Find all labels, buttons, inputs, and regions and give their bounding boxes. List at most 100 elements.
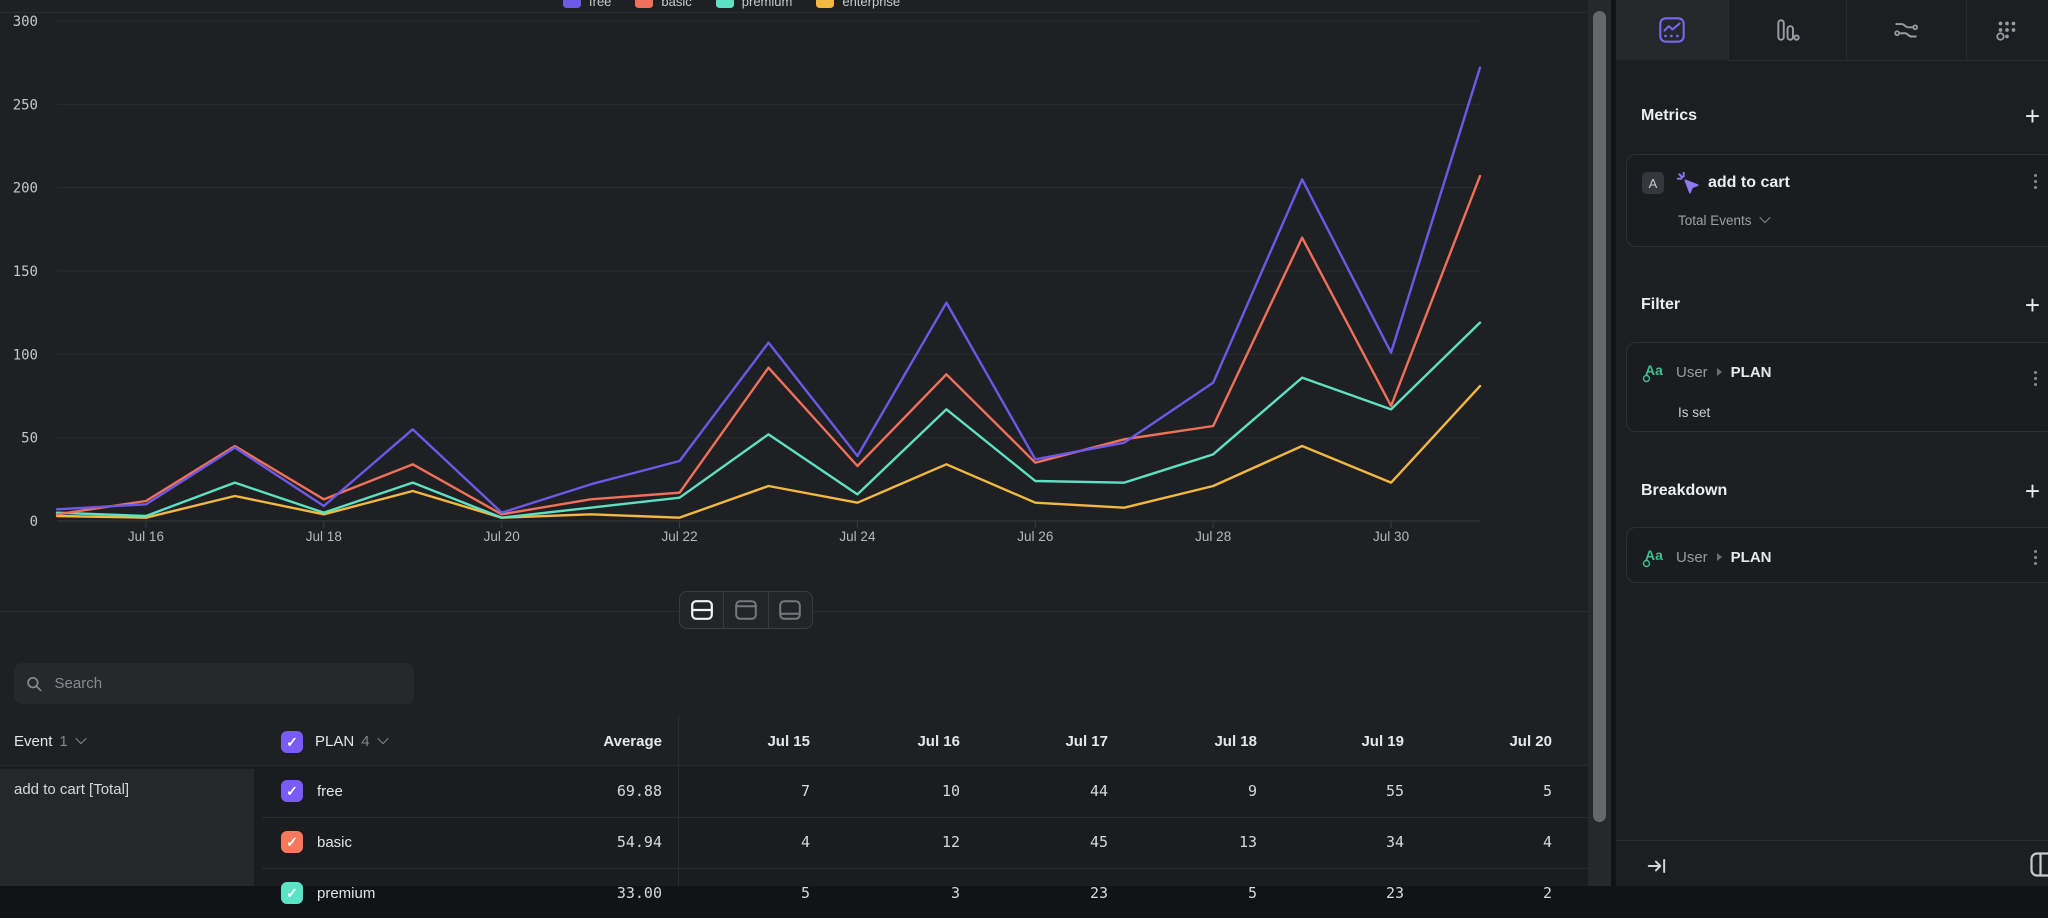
row-checkbox[interactable] [281, 882, 303, 904]
property-entity: User [1676, 549, 1708, 566]
filter-condition[interactable]: Is set [1678, 405, 1710, 420]
cell-value: 34 [1294, 817, 1404, 867]
date-column-header[interactable]: Jul 17 [998, 718, 1108, 765]
plan-header-label: PLAN [315, 733, 354, 750]
layout-segmented-control [679, 591, 813, 629]
chevron-down-icon [377, 733, 388, 744]
string-property-icon: Aa [1642, 360, 1668, 384]
date-header-label: Jul 16 [917, 733, 960, 750]
add-breakdown-button[interactable]: + [2025, 478, 2040, 504]
tab-flows[interactable] [1846, 0, 1966, 60]
metric-event-name: add to cart [1708, 174, 1790, 192]
metric-letter-badge: A [1642, 172, 1664, 194]
date-header-label: Jul 19 [1361, 733, 1404, 750]
date-header-label: Jul 17 [1065, 733, 1108, 750]
click-event-icon [1675, 170, 1701, 196]
search-input[interactable] [53, 674, 402, 693]
cell-value: 12 [850, 817, 960, 867]
x-axis-label: Jul 22 [662, 529, 698, 544]
breakdown-options-menu[interactable] [2034, 550, 2037, 565]
cell-value: 23 [998, 868, 1108, 918]
plan-select-all-checkbox[interactable] [281, 731, 303, 753]
cell-value: 5 [1442, 766, 1552, 816]
event-header-label: Event [14, 733, 52, 750]
layout-table-only-button[interactable] [768, 592, 812, 628]
date-header-label: Jul 15 [767, 733, 810, 750]
row-label: basic [317, 817, 352, 867]
filter-card[interactable]: Aa User PLAN Is set [1626, 342, 2048, 432]
row-checkbox[interactable] [281, 780, 303, 802]
cell-value: 2 [1442, 868, 1552, 918]
divider [1728, 60, 2048, 61]
breadcrumb-arrow-icon [1717, 368, 1722, 376]
divider [1846, 0, 1847, 60]
date-column-header[interactable]: Jul 19 [1294, 718, 1404, 765]
date-column-header[interactable]: Jul 15 [700, 718, 810, 765]
line-chart-icon [1659, 17, 1685, 43]
cell-value: 4 [1442, 817, 1552, 867]
date-column-header[interactable]: Jul 16 [850, 718, 960, 765]
layout-split-button[interactable] [680, 592, 723, 628]
y-axis-label: 300 [13, 14, 38, 30]
scrollbar-thumb[interactable] [1593, 11, 1606, 822]
event-row-cell[interactable]: add to cart [Total] [0, 769, 254, 886]
string-property-icon: Aa [1642, 545, 1668, 569]
date-header-label: Jul 18 [1214, 733, 1257, 750]
collapse-panel-icon[interactable] [1646, 855, 1668, 877]
average-value: 54.94 [617, 817, 662, 867]
measure-label: Total Events [1678, 213, 1752, 228]
cell-value: 7 [700, 766, 810, 816]
property-entity: User [1676, 364, 1708, 381]
tab-funnels[interactable] [1728, 0, 1846, 60]
x-axis-label: Jul 18 [306, 529, 342, 544]
line-chart: 050100150200250300Jul 16Jul 18Jul 20Jul … [0, 0, 1588, 560]
row-label: free [317, 766, 343, 816]
condition-label: Is set [1678, 405, 1710, 420]
chevron-down-icon [1759, 212, 1770, 223]
row-checkbox[interactable] [281, 831, 303, 853]
dots-grid-icon [1994, 17, 2020, 43]
average-column-header[interactable]: Average [603, 718, 662, 765]
cell-value: 45 [998, 817, 1108, 867]
plan-column-header: PLAN 4 [281, 718, 387, 765]
search-box [14, 663, 414, 704]
bottom-pane-icon [778, 599, 802, 621]
tab-retention[interactable] [1966, 0, 2048, 60]
breakdown-card[interactable]: Aa User PLAN [1626, 527, 2048, 583]
divider [1728, 0, 1729, 60]
metric-options-menu[interactable] [2034, 174, 2037, 189]
plan-count: 4 [361, 733, 369, 750]
cell-value: 3 [850, 868, 960, 918]
split-pane-icon [690, 599, 714, 621]
event-row-label: add to cart [Total] [14, 781, 129, 798]
series-line-basic [57, 176, 1480, 514]
breakdown-heading: Breakdown [1641, 482, 1727, 500]
average-value: 69.88 [617, 766, 662, 816]
average-header-label: Average [603, 733, 662, 750]
layout-chart-only-button[interactable] [723, 592, 767, 628]
x-axis-label: Jul 24 [839, 529, 876, 544]
metric-card[interactable]: A add to cart Total Events [1626, 154, 2048, 247]
date-column-header[interactable]: Jul 20 [1442, 718, 1552, 765]
y-axis-label: 100 [13, 347, 38, 363]
sidebar-layout-icon[interactable] [2030, 852, 2048, 878]
row-label: premium [317, 868, 375, 918]
x-axis-label: Jul 28 [1195, 529, 1231, 544]
cell-value: 5 [700, 868, 810, 918]
property-name: PLAN [1731, 549, 1772, 566]
event-count: 1 [59, 733, 67, 750]
date-column-header[interactable]: Jul 18 [1147, 718, 1257, 765]
chevron-down-icon [75, 733, 86, 744]
cell-value: 9 [1147, 766, 1257, 816]
x-axis-label: Jul 30 [1373, 529, 1409, 544]
cell-value: 23 [1294, 868, 1404, 918]
cell-value: 4 [700, 817, 810, 867]
event-column-header[interactable]: Event 1 [14, 718, 85, 765]
measure-dropdown[interactable]: Total Events [1678, 213, 1769, 228]
add-metric-button[interactable]: + [2025, 103, 2040, 129]
add-filter-button[interactable]: + [2025, 292, 2040, 318]
filter-options-menu[interactable] [2034, 371, 2037, 386]
y-axis-label: 150 [13, 264, 38, 280]
tab-insights[interactable] [1616, 0, 1728, 60]
y-axis-label: 50 [21, 431, 38, 447]
